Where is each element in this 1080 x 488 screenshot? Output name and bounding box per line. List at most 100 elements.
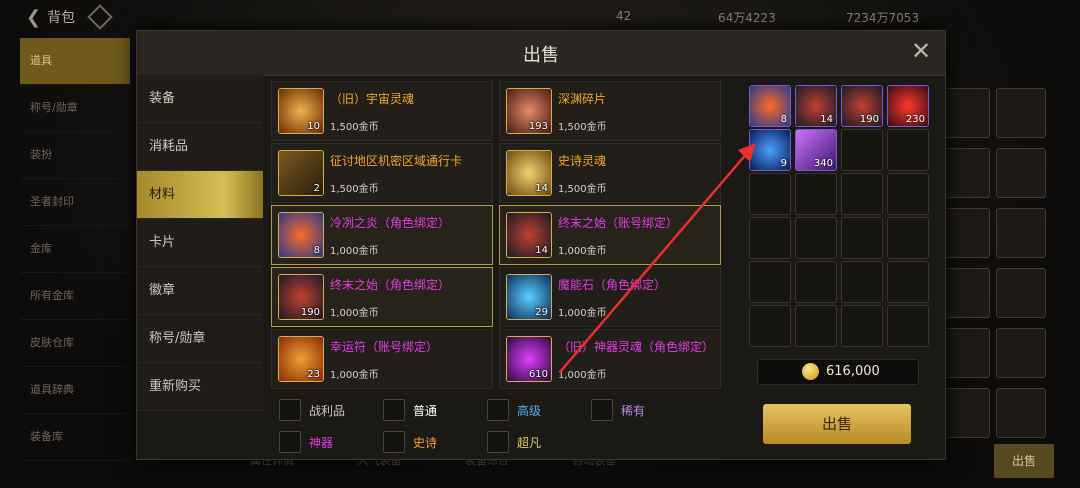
item-price: 1,500金币 (330, 184, 379, 195)
item-price: 1,000金币 (558, 246, 607, 257)
sell-slot[interactable] (795, 173, 837, 215)
sell-slot[interactable] (841, 173, 883, 215)
item-name: 深渊碎片 (558, 92, 607, 106)
slot-count: 340 (813, 158, 833, 169)
filter-checkbox[interactable]: 超凡 (487, 431, 541, 453)
category-titles[interactable]: 称号/勋章 (137, 315, 263, 363)
item-list: 10 （旧）宇宙灵魂 1,500金币 193 深渊碎片 1,500金币 2 征讨… (271, 81, 727, 393)
checkbox-box[interactable] (279, 399, 301, 421)
sell-slot[interactable] (887, 305, 929, 347)
filter-checkbox[interactable]: 神器 (279, 431, 333, 453)
item-row[interactable]: 29 魔能石（角色绑定） 1,000金币 (499, 267, 721, 327)
slot-count: 190 (859, 114, 879, 125)
count-a: 42 (616, 9, 632, 23)
side-item-items[interactable]: 道具 (20, 38, 130, 85)
side-item-all-vault[interactable]: 所有金库 (20, 273, 130, 320)
sell-slot[interactable] (795, 217, 837, 259)
sell-slot[interactable] (749, 261, 791, 303)
item-price: 1,000金币 (558, 308, 607, 319)
checkbox-box[interactable] (487, 399, 509, 421)
sell-slot[interactable]: 14 (795, 85, 837, 127)
side-item-dict[interactable]: 道具辞典 (20, 367, 130, 414)
item-row[interactable]: 8 冷冽之炎（角色绑定） 1,000金币 (271, 205, 493, 265)
checkbox-box[interactable] (383, 431, 405, 453)
item-row[interactable]: 23 幸运符（账号绑定） 1,000金币 (271, 329, 493, 389)
sell-slot[interactable]: 8 (749, 85, 791, 127)
bg-slot (996, 148, 1046, 198)
filter-label: 稀有 (621, 403, 646, 418)
category-materials[interactable]: 材料 (137, 171, 263, 219)
item-icon: 610 (506, 336, 552, 382)
item-row[interactable]: 610 （旧）神器灵魂（角色绑定） 1,000金币 (499, 329, 721, 389)
item-row[interactable]: 190 终末之始（角色绑定） 1,000金币 (271, 267, 493, 327)
sell-slot[interactable]: 230 (887, 85, 929, 127)
category-equipment[interactable]: 装备 (137, 75, 263, 123)
slot-count: 8 (780, 114, 787, 125)
bg-slot (996, 388, 1046, 438)
checkbox-box[interactable] (591, 399, 613, 421)
sell-slot[interactable] (841, 217, 883, 259)
item-name: 终末之始（角色绑定） (330, 278, 451, 292)
gem-icon (87, 4, 113, 30)
sell-slot[interactable] (841, 305, 883, 347)
item-row[interactable]: 193 深渊碎片 1,500金币 (499, 81, 721, 141)
back-icon[interactable]: ❮ (26, 7, 41, 28)
bg-slot (940, 208, 990, 258)
filter-checkbox[interactable]: 稀有 (591, 399, 645, 421)
category-badges[interactable]: 徽章 (137, 267, 263, 315)
category-rebuy[interactable]: 重新购买 (137, 363, 263, 411)
outer-sell-button[interactable]: 出售 (994, 444, 1054, 478)
side-item-vault[interactable]: 金库 (20, 226, 130, 273)
sell-slot[interactable] (887, 173, 929, 215)
sell-slot[interactable] (887, 129, 929, 171)
bg-slot (996, 268, 1046, 318)
item-row[interactable]: 10 （旧）宇宙灵魂 1,500金币 (271, 81, 493, 141)
item-count: 14 (535, 183, 548, 194)
bg-slot (940, 268, 990, 318)
sell-slot[interactable] (887, 261, 929, 303)
item-name: 冷冽之炎（角色绑定） (330, 216, 451, 230)
item-icon: 2 (278, 150, 324, 196)
item-icon: 193 (506, 88, 552, 134)
sell-slot[interactable] (795, 305, 837, 347)
item-price: 1,000金币 (330, 370, 379, 381)
sell-button[interactable]: 出售 (763, 404, 911, 444)
sell-slot[interactable]: 340 (795, 129, 837, 171)
side-item-skin[interactable]: 皮肤仓库 (20, 320, 130, 367)
item-row[interactable]: 2 征讨地区机密区域通行卡 1,500金币 (271, 143, 493, 203)
close-icon[interactable]: ✕ (909, 39, 933, 63)
sell-slot[interactable] (841, 261, 883, 303)
sell-slot[interactable]: 9 (749, 129, 791, 171)
item-row[interactable]: 14 终末之始（账号绑定） 1,000金币 (499, 205, 721, 265)
sell-slot[interactable] (887, 217, 929, 259)
filter-checkbox[interactable]: 普通 (383, 399, 437, 421)
sell-slot[interactable] (749, 217, 791, 259)
filter-checkbox[interactable]: 高级 (487, 399, 541, 421)
side-item-titles[interactable]: 称号/勋章 (20, 85, 130, 132)
filter-label: 高级 (517, 403, 542, 418)
item-price: 1,500金币 (330, 122, 379, 133)
filter-checkbox[interactable]: 战利品 (279, 399, 345, 421)
filter-label: 神器 (309, 435, 334, 450)
checkbox-box[interactable] (383, 399, 405, 421)
bg-slot (940, 328, 990, 378)
sell-slot[interactable] (795, 261, 837, 303)
item-icon: 23 (278, 336, 324, 382)
sell-slot[interactable] (749, 173, 791, 215)
checkbox-box[interactable] (487, 431, 509, 453)
item-price: 1,500金币 (558, 122, 607, 133)
checkbox-box[interactable] (279, 431, 301, 453)
sell-slot[interactable]: 190 (841, 85, 883, 127)
side-item-gear[interactable]: 装备库 (20, 414, 130, 461)
category-consumables[interactable]: 消耗品 (137, 123, 263, 171)
filter-label: 史诗 (413, 435, 438, 450)
sell-slot[interactable] (841, 129, 883, 171)
filter-checkbox[interactable]: 史诗 (383, 431, 437, 453)
side-item-seal[interactable]: 圣者封印 (20, 179, 130, 226)
category-cards[interactable]: 卡片 (137, 219, 263, 267)
side-item-avatar[interactable]: 装扮 (20, 132, 130, 179)
slot-count: 230 (905, 114, 925, 125)
top-bar: ❮ 背包 42 64万4223 7234万7053 (0, 0, 1080, 34)
item-row[interactable]: 14 史诗灵魂 1,500金币 (499, 143, 721, 203)
sell-slot[interactable] (749, 305, 791, 347)
